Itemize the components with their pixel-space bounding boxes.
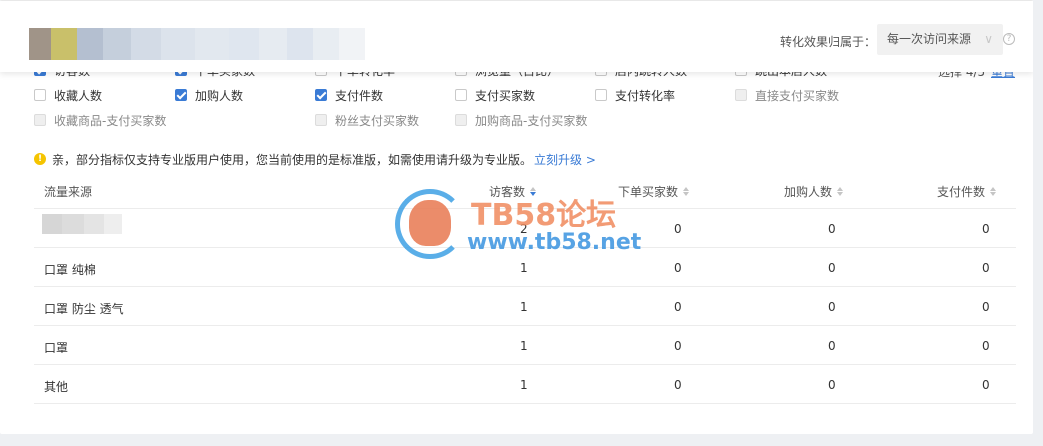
cell-source: 其他 <box>44 380 69 394</box>
blurred-shop-logo <box>29 28 365 60</box>
checkbox-checked-icon <box>175 89 187 101</box>
metric-checkbox-fav-pay-buyers: 收藏商品-支付买家数 <box>34 112 166 128</box>
sort-icon[interactable] <box>530 187 537 196</box>
checkbox-disabled-icon <box>455 114 467 126</box>
checkbox-icon <box>34 89 46 101</box>
cell-add-to-cart: 0 <box>828 261 836 275</box>
warning-icon: ! <box>34 153 46 165</box>
metric-checkbox-cart-pay-buyers: 加购商品-支付买家数 <box>455 112 587 128</box>
metric-checkbox-pay-conversion[interactable]: 支付转化率 <box>595 87 675 103</box>
cell-order-buyers: 0 <box>674 339 682 353</box>
cell-add-to-cart: 0 <box>828 378 836 392</box>
table-row: 口罩 1 0 0 0 <box>34 326 1016 365</box>
metric-checkbox-fan-pay-buyers: 粉丝支付买家数 <box>315 112 419 128</box>
table-row: 2 0 0 0 <box>34 209 1016 248</box>
column-header-source: 流量来源 <box>44 185 93 199</box>
metric-checkbox-pay-buyers[interactable]: 支付买家数 <box>455 87 535 103</box>
metric-checkbox-favorites[interactable]: 收藏人数 <box>34 87 102 103</box>
checkbox-disabled-icon <box>735 89 747 101</box>
upgrade-link[interactable]: 立刻升级 > <box>534 151 596 168</box>
cell-visitors: 2 <box>520 222 528 236</box>
cell-pay-items: 0 <box>982 339 990 353</box>
cell-pay-items: 0 <box>982 261 990 275</box>
cell-order-buyers: 0 <box>674 261 682 275</box>
sticky-header: 转化效果归属于： 每一次访问来源 ∨ ? <box>0 0 1033 72</box>
cell-pay-items: 0 <box>982 378 990 392</box>
attribution-select-value: 每一次访问来源 <box>887 32 972 46</box>
cell-visitors: 1 <box>520 261 528 275</box>
table-row: 口罩 防尘 透气 1 0 0 0 <box>34 287 1016 326</box>
cell-pay-items: 0 <box>982 222 990 236</box>
sort-icon[interactable] <box>837 187 844 196</box>
checkbox-disabled-icon <box>34 114 46 126</box>
column-header-pay-items[interactable]: 支付件数 <box>937 183 997 200</box>
attribution-select[interactable]: 每一次访问来源 ∨ <box>877 24 1003 55</box>
cell-source: 口罩 <box>44 341 69 355</box>
cell-source: 口罩 防尘 透气 <box>44 302 124 316</box>
metric-checkbox-direct-pay-buyers: 直接支付买家数 <box>735 87 839 103</box>
blurred-source-name <box>42 214 122 234</box>
cell-visitors: 1 <box>520 339 528 353</box>
chevron-down-icon: ∨ <box>984 32 993 46</box>
cell-visitors: 1 <box>520 300 528 314</box>
checkbox-checked-icon <box>315 89 327 101</box>
metric-checkbox-add-to-cart[interactable]: 加购人数 <box>175 87 243 103</box>
cell-visitors: 1 <box>520 378 528 392</box>
column-header-visitors[interactable]: 访客数 <box>489 183 537 200</box>
cell-order-buyers: 0 <box>674 378 682 392</box>
cell-add-to-cart: 0 <box>828 300 836 314</box>
upgrade-notice: ! 亲，部分指标仅支持专业版用户使用，您当前使用的是标准版，如需使用请升级为专业… <box>34 151 596 167</box>
table-row: 其他 1 0 0 0 <box>34 365 1016 404</box>
table-header: 流量来源 访客数 下单买家数 加购人数 支付件数 <box>34 172 1016 209</box>
notice-text: 亲，部分指标仅支持专业版用户使用，您当前使用的是标准版，如需使用请升级为专业版。 <box>52 152 533 167</box>
checkbox-icon <box>595 89 607 101</box>
cell-order-buyers: 0 <box>674 222 682 236</box>
column-header-order-buyers[interactable]: 下单买家数 <box>618 183 690 200</box>
cell-source: 口罩 纯棉 <box>44 263 96 277</box>
metric-checkbox-pay-items[interactable]: 支付件数 <box>315 87 383 103</box>
column-header-add-to-cart[interactable]: 加购人数 <box>784 183 844 200</box>
cell-add-to-cart: 0 <box>828 222 836 236</box>
cell-pay-items: 0 <box>982 300 990 314</box>
help-icon[interactable]: ? <box>1003 33 1015 45</box>
cell-order-buyers: 0 <box>674 300 682 314</box>
attribution-label: 转化效果归属于： <box>780 35 877 49</box>
table-row: 口罩 纯棉 1 0 0 0 <box>34 248 1016 287</box>
cell-add-to-cart: 0 <box>828 339 836 353</box>
checkbox-icon <box>455 89 467 101</box>
sort-icon[interactable] <box>683 187 690 196</box>
sort-icon[interactable] <box>990 187 997 196</box>
traffic-source-panel: 访客数 下单买家数 下单转化率 浏览量（占比） 店内跳转人数 跳出本店人数 选择… <box>0 0 1033 434</box>
checkbox-disabled-icon <box>315 114 327 126</box>
